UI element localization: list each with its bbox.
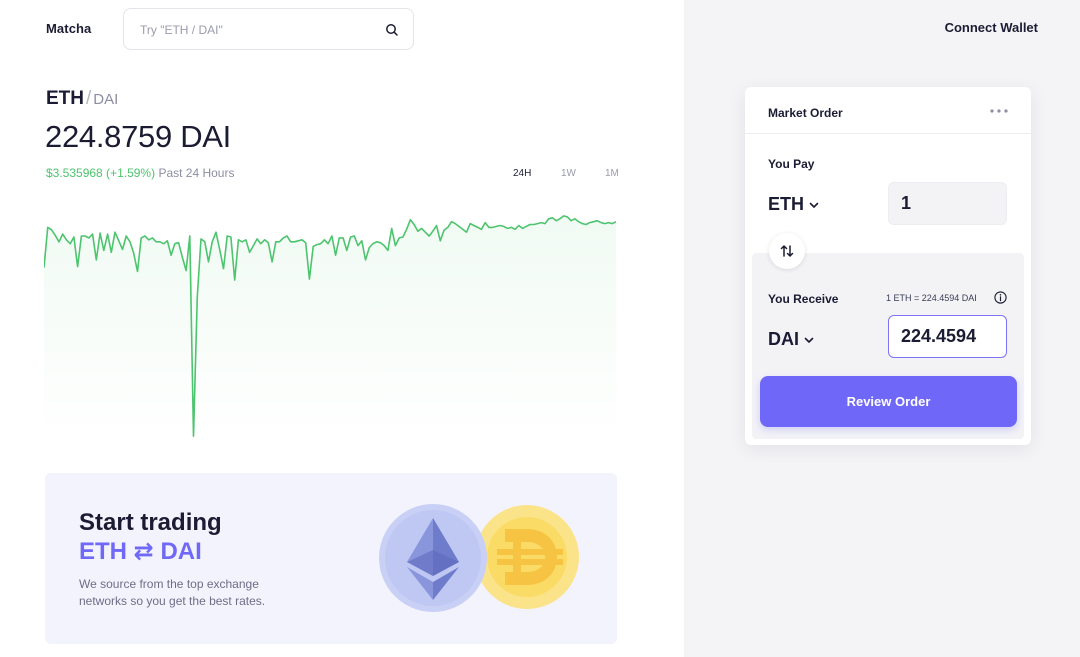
more-options-icon[interactable]	[989, 108, 1009, 114]
price-chart	[44, 215, 616, 442]
receive-amount-input[interactable]	[888, 315, 1007, 358]
receive-token-select[interactable]: DAI	[768, 329, 814, 350]
range-1m[interactable]: 1M	[605, 168, 619, 179]
receive-token-label: DAI	[768, 329, 799, 349]
promo-pair: ETH ⇄ DAI	[79, 538, 202, 565]
range-24h[interactable]: 24H	[513, 168, 531, 179]
swap-direction-button[interactable]	[769, 233, 805, 269]
swap-arrows-icon	[780, 245, 794, 257]
promo-title: Start trading	[79, 509, 222, 536]
price-change: $3.535968 (+1.59%) Past 24 Hours	[46, 166, 234, 180]
current-price: 224.8759 DAI	[45, 119, 231, 154]
search-box[interactable]	[123, 8, 414, 50]
info-icon[interactable]	[994, 291, 1007, 304]
market-order-card: Market Order You Pay ETH You Receive 1 E…	[745, 87, 1031, 445]
pair-quote: DAI	[93, 91, 119, 108]
search-input[interactable]	[140, 20, 370, 40]
pair-base: ETH	[46, 88, 84, 109]
chart-area-fill	[44, 215, 616, 442]
main-pane: Matcha ETH/DAI 224.8759 DAI $3.535968 (+…	[0, 0, 684, 657]
promo-description: We source from the top exchange networks…	[79, 577, 266, 608]
you-receive-label: You Receive	[768, 292, 839, 306]
promo-card: Start trading ETH ⇄ DAI We source from t…	[45, 473, 617, 644]
change-value: $3.535968 (+1.59%)	[46, 166, 156, 180]
range-1w[interactable]: 1W	[561, 168, 576, 179]
order-card-header: Market Order	[745, 87, 1031, 134]
order-type-title[interactable]: Market Order	[768, 106, 843, 120]
you-pay-label: You Pay	[768, 157, 815, 171]
review-order-button[interactable]: Review Order	[760, 376, 1017, 427]
exchange-rate: 1 ETH = 224.4594 DAI	[886, 293, 977, 303]
chevron-down-icon	[804, 337, 814, 343]
eth-coin-icon	[379, 504, 487, 612]
brand-logo[interactable]: Matcha	[46, 21, 91, 36]
chevron-down-icon	[809, 202, 819, 208]
trading-pair: ETH / DAI	[46, 88, 118, 110]
search-icon[interactable]	[385, 23, 399, 37]
pair-separator: /	[86, 88, 92, 109]
change-period: Past 24 Hours	[158, 166, 235, 180]
pay-token-select[interactable]: ETH	[768, 194, 819, 215]
dai-coin-icon	[475, 505, 579, 609]
time-range-selector: 24H 1W 1M	[510, 168, 620, 182]
pay-amount-input[interactable]	[888, 182, 1007, 225]
pay-token-label: ETH	[768, 194, 804, 214]
connect-wallet-button[interactable]: Connect Wallet	[945, 20, 1038, 35]
